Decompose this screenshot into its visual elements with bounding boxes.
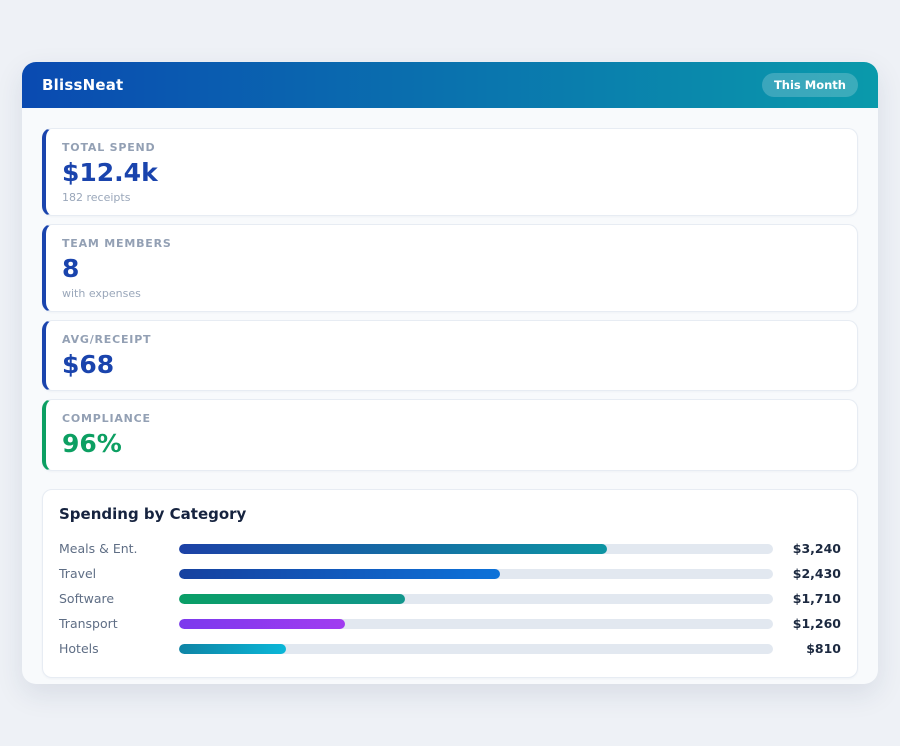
category-value: $3,240	[773, 541, 841, 556]
category-value: $2,430	[773, 566, 841, 581]
bar-track	[179, 544, 773, 554]
category-label: Transport	[59, 616, 179, 631]
bar-fill-meals	[179, 544, 607, 554]
app-title: BlissNeat	[42, 76, 123, 94]
stat-label: COMPLIANCE	[62, 412, 841, 425]
category-row-meals: Meals & Ent. $3,240	[59, 536, 841, 561]
stat-label: TEAM MEMBERS	[62, 237, 841, 250]
category-row-software: Software $1,710	[59, 586, 841, 611]
stat-label: AVG/RECEIPT	[62, 333, 841, 346]
bar-fill-travel	[179, 569, 500, 579]
category-value: $810	[773, 641, 841, 656]
stat-card-compliance: COMPLIANCE 96%	[42, 399, 858, 471]
bar-track	[179, 594, 773, 604]
stat-card-team-members: TEAM MEMBERS 8 with expenses	[42, 224, 858, 312]
bar-track	[179, 644, 773, 654]
bar-track	[179, 619, 773, 629]
dashboard-content: TOTAL SPEND $12.4k 182 receipts TEAM MEM…	[22, 108, 878, 684]
stat-subtext: 182 receipts	[62, 191, 841, 204]
bar-fill-hotels	[179, 644, 286, 654]
category-value: $1,260	[773, 616, 841, 631]
stat-card-avg-receipt: AVG/RECEIPT $68	[42, 320, 858, 392]
spending-by-category-card: Spending by Category Meals & Ent. $3,240…	[42, 489, 858, 678]
stat-value: $12.4k	[62, 159, 841, 188]
bar-track	[179, 569, 773, 579]
stat-card-total-spend: TOTAL SPEND $12.4k 182 receipts	[42, 128, 858, 216]
category-label: Hotels	[59, 641, 179, 656]
bar-fill-software	[179, 594, 405, 604]
category-chart-title: Spending by Category	[59, 505, 841, 523]
stat-label: TOTAL SPEND	[62, 141, 841, 154]
category-value: $1,710	[773, 591, 841, 606]
stat-subtext: with expenses	[62, 287, 841, 300]
category-label: Meals & Ent.	[59, 541, 179, 556]
stat-value: $68	[62, 351, 841, 380]
category-row-transport: Transport $1,260	[59, 611, 841, 636]
bar-fill-transport	[179, 619, 345, 629]
category-label: Software	[59, 591, 179, 606]
stat-value: 8	[62, 255, 841, 284]
stat-value: 96%	[62, 430, 841, 459]
category-row-hotels: Hotels $810	[59, 636, 841, 661]
category-label: Travel	[59, 566, 179, 581]
period-badge[interactable]: This Month	[762, 73, 858, 97]
dashboard-panel: BlissNeat This Month TOTAL SPEND $12.4k …	[22, 62, 878, 684]
category-row-travel: Travel $2,430	[59, 561, 841, 586]
app-header: BlissNeat This Month	[22, 62, 878, 108]
